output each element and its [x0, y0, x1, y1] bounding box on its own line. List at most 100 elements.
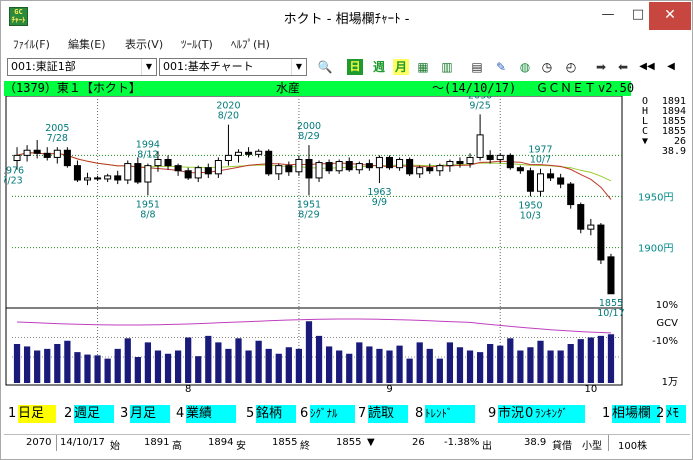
arrow-right-icon[interactable]: ➡ [593, 59, 609, 75]
market-select[interactable]: 001:東証1部 ▼ [7, 58, 157, 76]
table-icon[interactable]: ▦ [415, 59, 431, 75]
tab-number: 2 [64, 406, 73, 421]
tab-number: 3 [120, 406, 129, 421]
close-button[interactable]: ✕ [649, 2, 691, 30]
tab-9[interactable]: ﾗﾝｷﾝｸﾞ [535, 405, 585, 423]
status-size: 小型 [582, 441, 602, 452]
arrow-left-icon[interactable]: ⬅ [615, 59, 631, 75]
candle-body [73, 165, 81, 181]
tab-7[interactable]: ﾄﾚﾝﾄﾞ [425, 405, 475, 423]
volume-bar [44, 348, 51, 383]
candle-body [516, 167, 524, 172]
candle-body [506, 154, 514, 169]
tab-11[interactable]: ﾒﾓ [666, 405, 686, 423]
status-diff: 26 [412, 437, 425, 448]
candle-body [345, 161, 353, 171]
candle-body [114, 175, 122, 181]
candle-body [396, 158, 404, 169]
tab-0[interactable]: 日足 [18, 405, 56, 423]
tab-4[interactable]: 銘柄 [256, 405, 296, 423]
tab-bar: 1 日足 2 週足 3 月足 4 業績 5 銘柄 6 ｼｸﾞﾅﾙ 7 読取 8 ﾄﾚﾝﾄﾞ 9 市況 0 ﾗﾝｷﾝｸﾞ… [4, 405, 690, 423]
title-bar[interactable]: GC ﾁｬｰﾄ ホクト - 相場欄ﾁｬｰﾄ - — □ ✕ [1, 1, 692, 32]
tab-number: 0 [525, 406, 534, 421]
price-chart[interactable]: 1950円1900円8 9 1010%GCV-10%1万O 1891H 1894L 185… [4, 96, 690, 393]
status-credit-label: 貸借 [552, 441, 572, 452]
volume-bar [356, 342, 363, 383]
candle-body [83, 177, 92, 181]
candle-body [234, 151, 243, 156]
volume-bar [245, 350, 252, 383]
bar-chart-icon[interactable]: ▥ [439, 59, 455, 75]
tab-number: 1 [602, 406, 611, 421]
candle-body [43, 152, 51, 158]
daily-button[interactable]: 日 [347, 59, 363, 75]
tab-3[interactable]: 業績 [186, 405, 236, 423]
volume-bar [325, 346, 333, 383]
ohlc-value: 38.9 [662, 146, 686, 157]
annotation-label: 7/23 [4, 176, 23, 187]
timer-icon[interactable]: ◴ [563, 59, 579, 75]
search-icon[interactable]: 🔍 [317, 59, 333, 75]
candle-body [496, 154, 504, 160]
candle-body [466, 156, 474, 165]
annotation-label: 8/29 [298, 131, 319, 142]
candle-body [577, 204, 585, 230]
tab-10[interactable]: 相場欄 [612, 405, 660, 423]
volume-bar [386, 350, 393, 383]
candle-body [486, 154, 494, 160]
tab-number: 9 [488, 406, 497, 421]
candle-body [365, 163, 373, 169]
volume-bar [195, 356, 202, 383]
market-select-value: 001:東証1部 [11, 60, 76, 73]
volume-bar [587, 337, 594, 383]
tab-6[interactable]: 読取 [368, 405, 408, 423]
grid-icon[interactable]: ▤ [469, 59, 485, 75]
annotation-label: 9/9 [372, 197, 387, 208]
chart-edit-icon[interactable]: ✎ [493, 59, 509, 75]
candle-body [94, 177, 102, 180]
step-back-icon[interactable]: ◀ [663, 59, 679, 75]
candle-body [194, 167, 202, 179]
candle-body [547, 173, 555, 179]
globe-icon[interactable]: ◍ [517, 59, 533, 75]
volume-bar [34, 350, 41, 383]
annotation-label: 8/12 [137, 150, 158, 161]
volume-bar [54, 344, 61, 383]
chart-select[interactable]: 001:基本チャート ▼ [159, 58, 307, 76]
rewind-icon[interactable]: ◀◀ [639, 59, 655, 75]
monthly-button[interactable]: 月 [393, 59, 409, 75]
tab-2[interactable]: 月足 [130, 405, 170, 423]
chevron-down-icon: ▼ [141, 59, 156, 75]
candle-body [13, 154, 21, 161]
tab-number: 5 [246, 406, 255, 421]
clock-icon[interactable]: ◷ [539, 59, 555, 75]
menu-file[interactable]: ﾌｧｲﾙ(F) [13, 36, 50, 52]
volume-bar [487, 344, 494, 383]
menu-help[interactable]: ﾍﾙﾌﾟ(H) [231, 36, 270, 52]
maximize-button[interactable]: □ [624, 2, 652, 30]
annotation-label: 10/7 [530, 155, 551, 166]
candle-body [63, 149, 71, 167]
minimize-button[interactable]: — [593, 2, 623, 30]
menu-tools[interactable]: ﾂｰﾙ(T) [181, 36, 213, 52]
volume-bar [416, 342, 423, 383]
stock-date: 〜(14/10/17) [432, 81, 517, 95]
price-axis-label: 1950円 [638, 192, 673, 203]
menu-edit[interactable]: 編集(E) [68, 36, 106, 52]
tab-number: 1 [8, 406, 17, 421]
volume-axis-label: -10% [652, 336, 678, 347]
status-divider [56, 435, 57, 451]
candle-body [375, 156, 383, 169]
candle-body [536, 173, 545, 192]
candle-body [567, 183, 575, 206]
tab-5[interactable]: ｼｸﾞﾅﾙ [310, 405, 355, 423]
volume-bar [436, 358, 443, 383]
tab-1[interactable]: 週足 [74, 405, 114, 423]
status-date: 14/10/17 [60, 437, 105, 448]
menu-view[interactable]: 表示(V) [125, 36, 163, 52]
volume-bar [577, 339, 584, 383]
candle-body [456, 161, 464, 165]
weekly-button[interactable]: 週 [371, 59, 387, 75]
candle-body [557, 177, 565, 185]
volume-bar [124, 338, 131, 383]
